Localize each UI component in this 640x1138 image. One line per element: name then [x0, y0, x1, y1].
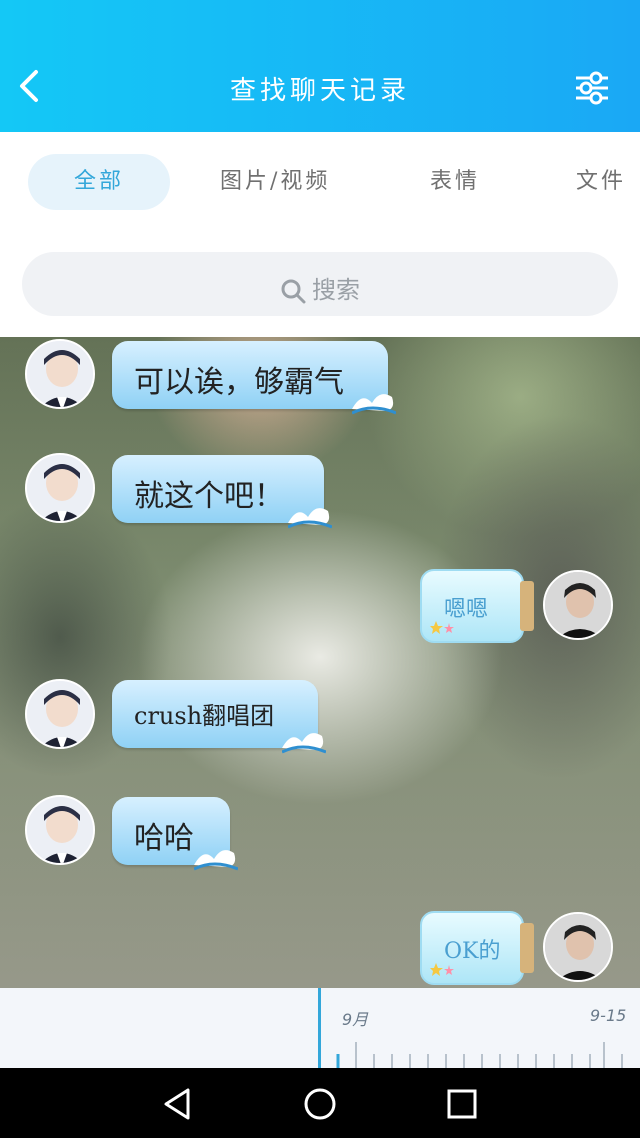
nav-home-icon[interactable] [302, 1086, 338, 1122]
search-input[interactable]: 搜索 [22, 252, 618, 316]
timeline-label: 9月 [342, 1010, 369, 1029]
top-bar: 查找聊天记录 [0, 0, 640, 132]
wave-decoration-icon [352, 394, 396, 415]
message-bubble[interactable]: 可以诶，够霸气 [112, 341, 396, 415]
search-icon [281, 279, 306, 304]
message-text: 哈哈 [134, 821, 194, 856]
message-text: 就这个吧！ [134, 479, 284, 514]
message-bubble[interactable]: 嗯嗯 [420, 569, 534, 643]
message-bubble[interactable]: 就这个吧！ [112, 455, 332, 529]
message-text: 可以诶，够霸气 [134, 365, 344, 400]
message-bubble[interactable]: OK的 [420, 911, 534, 985]
wave-decoration-icon [194, 850, 238, 871]
category-tabs: 全部 图片/视频 表情 文件 [0, 132, 640, 232]
filter-settings-icon[interactable] [574, 70, 610, 106]
wave-decoration-icon [282, 733, 326, 754]
star-decoration-icon [430, 963, 454, 976]
wave-decoration-icon [288, 508, 332, 529]
nav-recents-icon[interactable] [444, 1086, 480, 1122]
tab-images-videos[interactable]: 图片/视频 [220, 154, 330, 210]
search-placeholder: 搜索 [312, 276, 360, 304]
avatar[interactable] [543, 570, 613, 640]
avatar[interactable] [25, 795, 95, 865]
message-bubble[interactable]: crush翻唱团 [112, 680, 326, 754]
tab-files[interactable]: 文件 [576, 154, 626, 210]
chat-history: 可以诶，够霸气 就这个吧！ 嗯嗯 crush翻唱团 哈哈 OK的 [0, 337, 640, 988]
date-timeline-slider[interactable]: 9月 9-15 [0, 988, 640, 1068]
avatar[interactable] [25, 453, 95, 523]
message-bubble[interactable]: 哈哈 [112, 797, 238, 871]
message-text: OK的 [444, 939, 501, 964]
system-nav-bar [0, 1068, 640, 1138]
avatar[interactable] [543, 912, 613, 982]
tab-stickers[interactable]: 表情 [430, 154, 480, 210]
timeline-label: 9-15 [590, 1006, 627, 1025]
avatar[interactable] [25, 339, 95, 409]
nav-back-icon[interactable] [160, 1086, 196, 1122]
tab-all[interactable]: 全部 [28, 154, 170, 210]
message-text: crush翻唱团 [134, 702, 275, 730]
star-decoration-icon [430, 621, 454, 634]
avatar[interactable] [25, 679, 95, 749]
timeline-ticks [336, 1042, 623, 1068]
page-title: 查找聊天记录 [229, 76, 410, 106]
message-text: 嗯嗯 [444, 597, 489, 622]
jar-cork [520, 923, 534, 973]
jar-cork [520, 581, 534, 631]
